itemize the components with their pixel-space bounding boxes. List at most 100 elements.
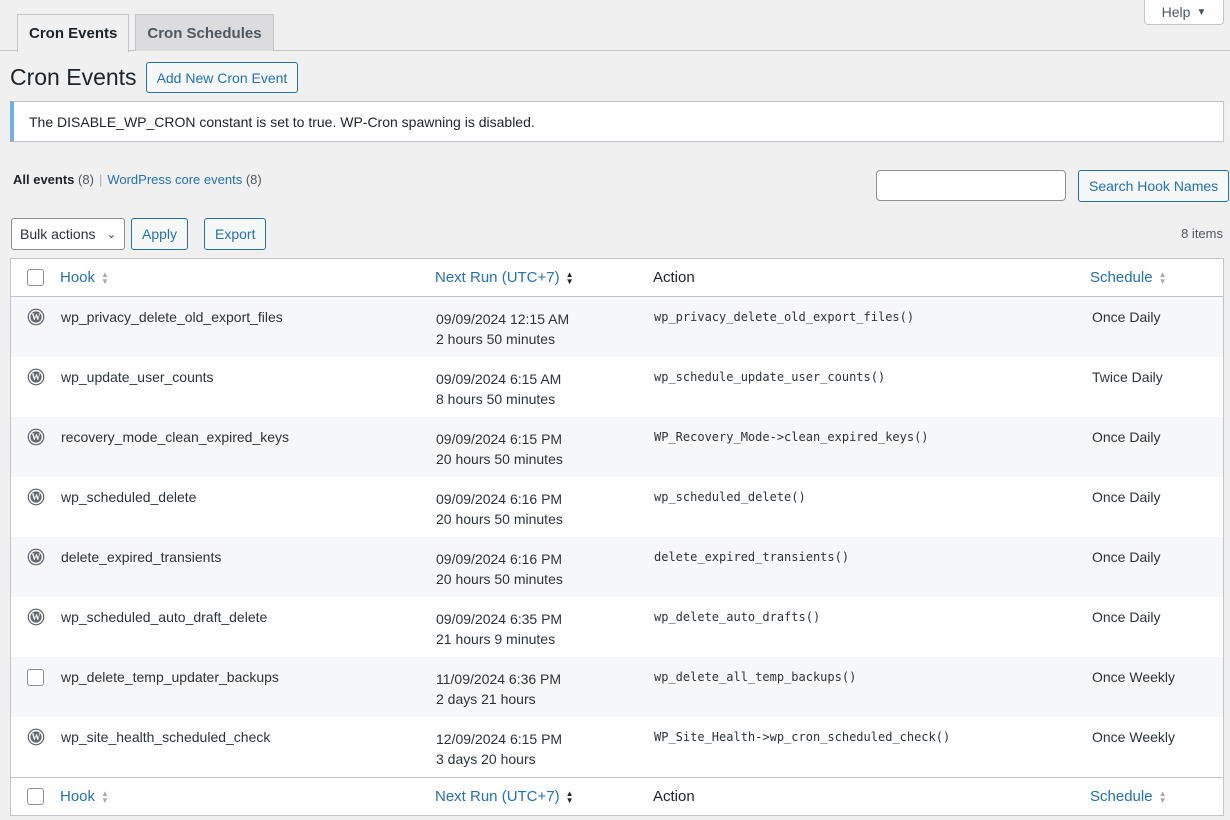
row-schedule: Once Daily: [1092, 489, 1161, 505]
row-action: wp_delete_all_temp_backups(): [654, 670, 857, 684]
row-action: wp_scheduled_delete(): [654, 490, 806, 504]
row-hook-name[interactable]: delete_expired_transients: [61, 549, 221, 565]
row-schedule: Once Daily: [1092, 309, 1161, 325]
select-all-checkbox[interactable]: [27, 269, 44, 286]
footer-column-schedule-sort[interactable]: Schedule ▲ ▼: [1090, 788, 1166, 805]
row-next-run-relative: 20 hours 50 minutes: [436, 511, 563, 527]
search-input[interactable]: [876, 170, 1066, 201]
row-hook-name[interactable]: wp_site_health_scheduled_check: [61, 729, 270, 745]
svg-text:W: W: [32, 432, 41, 442]
filter-core-count: (8): [245, 172, 262, 187]
title-row: Cron Events Add New Cron Event: [10, 62, 299, 93]
column-hook-sort[interactable]: Hook ▲ ▼: [60, 269, 109, 286]
svg-text:W: W: [32, 552, 41, 562]
sort-icon: ▲ ▼: [1158, 269, 1167, 286]
table-row: Wwp_site_health_scheduled_check 12/09/202…: [11, 717, 1223, 777]
export-button[interactable]: Export: [204, 218, 267, 250]
row-hook-name[interactable]: wp_scheduled_delete: [61, 489, 196, 505]
row-next-run-date: 09/09/2024 6:35 PM: [436, 611, 563, 627]
chevron-down-icon: ⌄: [106, 228, 116, 241]
table-row: Wwp_update_user_counts 09/09/2024 6:15 AM…: [11, 357, 1223, 417]
table-row: Wwp_scheduled_auto_draft_delete 09/09/202…: [11, 597, 1223, 657]
row-action: wp_schedule_update_user_counts(): [654, 370, 886, 384]
search-hook-names-button[interactable]: Search Hook Names: [1078, 170, 1230, 202]
row-next-run-date: 09/09/2024 6:15 PM: [436, 431, 563, 447]
row-action: wp_delete_auto_drafts(): [654, 610, 821, 624]
footer-column-next-run-label: Next Run (UTC+7): [435, 788, 560, 805]
column-schedule-label: Schedule: [1090, 269, 1153, 286]
row-action: wp_privacy_delete_old_export_files(): [654, 310, 915, 324]
column-next-run-sort[interactable]: Next Run (UTC+7) ▲ ▼: [435, 269, 574, 286]
row-next-run: 11/09/2024 6:36 PM 2 days 21 hours: [436, 669, 561, 709]
footer-column-hook-sort[interactable]: Hook ▲ ▼: [60, 788, 109, 805]
bulk-actions-label: Bulk actions: [20, 226, 96, 242]
select-all-checkbox-footer[interactable]: [27, 788, 44, 805]
footer-column-hook-label: Hook: [60, 788, 96, 805]
row-schedule: Once Daily: [1092, 609, 1161, 625]
row-next-run-relative: 21 hours 9 minutes: [436, 631, 556, 647]
row-next-run-date: 09/09/2024 6:16 PM: [436, 551, 563, 567]
svg-text:W: W: [32, 372, 41, 382]
wordpress-icon: W: [27, 488, 45, 506]
bulk-actions-select[interactable]: Bulk actions ⌄: [11, 218, 125, 250]
row-schedule: Once Daily: [1092, 549, 1161, 565]
table-header: Hook ▲ ▼ Next Run (UTC+7) ▲ ▼ Action Sched…: [11, 259, 1223, 297]
footer-column-next-run-sort[interactable]: Next Run (UTC+7) ▲ ▼: [435, 788, 574, 805]
tab-cron-events[interactable]: Cron Events: [17, 14, 130, 52]
row-hook-name[interactable]: wp_update_user_counts: [61, 369, 214, 385]
column-schedule-sort[interactable]: Schedule ▲ ▼: [1090, 269, 1166, 286]
row-next-run-date: 11/09/2024 6:36 PM: [436, 671, 562, 687]
row-next-run-date: 12/09/2024 6:15 PM: [436, 731, 563, 747]
row-hook-name[interactable]: wp_scheduled_auto_draft_delete: [61, 609, 267, 625]
row-checkbox[interactable]: [27, 669, 44, 686]
wordpress-icon: W: [27, 548, 45, 566]
row-next-run-relative: 20 hours 50 minutes: [436, 451, 563, 467]
row-hook-name[interactable]: wp_delete_temp_updater_backups: [61, 669, 279, 685]
row-next-run-relative: 2 days 21 hours: [436, 691, 536, 707]
row-action: WP_Recovery_Mode->clean_expired_keys(): [654, 430, 929, 444]
row-next-run: 09/09/2024 6:15 PM 20 hours 50 minutes: [436, 429, 563, 469]
apply-button[interactable]: Apply: [131, 218, 189, 250]
filter-all-label: All events: [13, 172, 75, 187]
row-schedule: Once Daily: [1092, 429, 1161, 445]
table-footer: Hook ▲ ▼ Next Run (UTC+7) ▲ ▼ Action Sched…: [11, 777, 1223, 815]
wordpress-icon: W: [27, 428, 45, 446]
row-schedule: Once Weekly: [1092, 669, 1175, 685]
tab-cron-schedules[interactable]: Cron Schedules: [135, 14, 274, 51]
items-count: 8 items: [1181, 226, 1223, 241]
row-next-run-date: 09/09/2024 12:15 AM: [436, 311, 570, 327]
filter-core-label: WordPress core events: [107, 172, 243, 187]
table-row: Wrecovery_mode_clean_expired_keys 09/09/2…: [11, 417, 1223, 477]
row-next-run: 09/09/2024 6:35 PM 21 hours 9 minutes: [436, 609, 562, 649]
add-new-cron-event-button[interactable]: Add New Cron Event: [145, 62, 299, 93]
cron-events-table: Hook ▲ ▼ Next Run (UTC+7) ▲ ▼ Action Sched…: [10, 258, 1224, 816]
sort-active-icon: ▲ ▼: [565, 269, 574, 286]
sort-active-icon: ▲ ▼: [565, 788, 574, 805]
row-next-run: 09/09/2024 6:15 AM 8 hours 50 minutes: [436, 369, 561, 409]
wordpress-icon: W: [27, 608, 45, 626]
row-next-run-relative: 20 hours 50 minutes: [436, 571, 563, 587]
nav-tabs: Cron Events Cron Schedules: [0, 14, 1230, 52]
sort-icon: ▲ ▼: [101, 788, 109, 805]
filter-separator: |: [98, 172, 103, 187]
wordpress-icon: W: [27, 728, 45, 746]
filter-all-events[interactable]: All events (8): [13, 172, 94, 187]
row-next-run: 09/09/2024 6:16 PM 20 hours 50 minutes: [436, 489, 563, 529]
wordpress-icon: W: [27, 368, 45, 386]
table-body: Wwp_privacy_delete_old_export_files 09/09…: [11, 297, 1223, 777]
row-action: WP_Site_Health->wp_cron_scheduled_check(…: [654, 730, 951, 744]
column-next-run-label: Next Run (UTC+7): [435, 269, 560, 286]
filter-core-events[interactable]: WordPress core events (8): [107, 172, 261, 187]
page-title: Cron Events: [10, 64, 137, 90]
row-next-run: 09/09/2024 12:15 AM 2 hours 50 minutes: [436, 309, 569, 349]
svg-text:W: W: [32, 492, 41, 502]
wordpress-icon: W: [27, 308, 45, 326]
svg-text:W: W: [32, 312, 41, 322]
row-schedule: Twice Daily: [1092, 369, 1163, 385]
svg-text:W: W: [32, 612, 41, 622]
row-hook-name[interactable]: wp_privacy_delete_old_export_files: [61, 309, 283, 325]
row-next-run: 09/09/2024 6:16 PM 20 hours 50 minutes: [436, 549, 563, 589]
row-schedule: Once Weekly: [1092, 729, 1175, 745]
row-next-run-date: 09/09/2024 6:15 AM: [436, 371, 562, 387]
row-hook-name[interactable]: recovery_mode_clean_expired_keys: [61, 429, 289, 445]
